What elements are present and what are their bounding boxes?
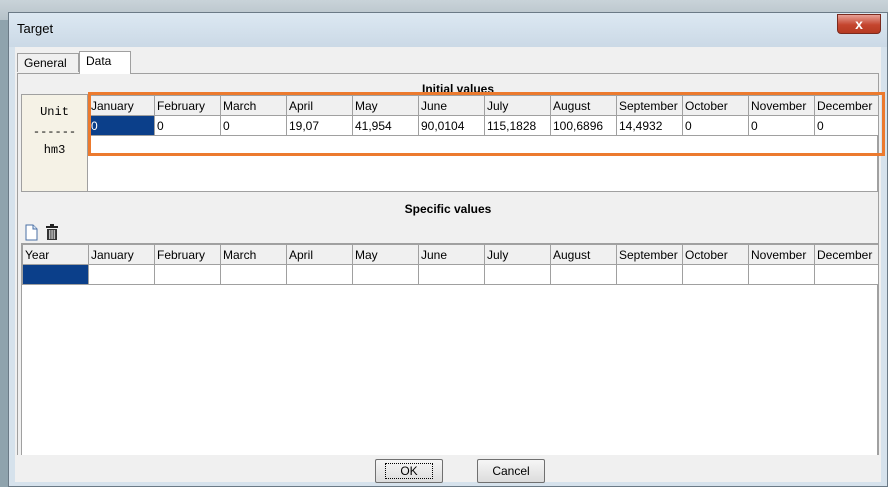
- value-cell[interactable]: 19,07: [286, 115, 353, 136]
- month-header[interactable]: April: [286, 95, 353, 116]
- unit-value: hm3: [43, 143, 66, 157]
- value-cell[interactable]: [748, 264, 815, 285]
- month-header[interactable]: June: [418, 95, 485, 116]
- month-header[interactable]: March: [220, 95, 287, 116]
- value-cell[interactable]: [550, 264, 617, 285]
- value-cell[interactable]: [418, 264, 485, 285]
- value-cell[interactable]: 0: [748, 115, 815, 136]
- data-panel: Initial values Unit ------ hm3 January F…: [17, 73, 879, 478]
- value-cell[interactable]: 0: [88, 115, 155, 136]
- month-header[interactable]: August: [550, 244, 617, 265]
- month-header[interactable]: August: [550, 95, 617, 116]
- month-header[interactable]: September: [616, 244, 683, 265]
- month-header[interactable]: December: [814, 244, 879, 265]
- month-header[interactable]: July: [484, 244, 551, 265]
- month-header[interactable]: October: [682, 95, 749, 116]
- specific-values-title: Specific values: [404, 202, 492, 216]
- initial-values-row: 0 0 0 19,07 41,954 90,0104 115,1828 100,…: [88, 115, 879, 136]
- month-header[interactable]: January: [88, 244, 155, 265]
- month-header[interactable]: June: [418, 244, 485, 265]
- close-button[interactable]: x: [837, 14, 881, 34]
- month-header[interactable]: February: [154, 95, 221, 116]
- cancel-button[interactable]: Cancel: [477, 459, 545, 483]
- month-header[interactable]: October: [682, 244, 749, 265]
- year-header[interactable]: Year: [22, 244, 89, 265]
- ok-button[interactable]: OK: [375, 459, 443, 483]
- value-cell[interactable]: 41,954: [352, 115, 419, 136]
- value-cell[interactable]: [220, 264, 287, 285]
- dialog-body: General Data Initial values Unit ------ …: [15, 47, 881, 483]
- initial-values-table: January February March April May June Ju…: [88, 95, 879, 136]
- value-cell[interactable]: 100,6896: [550, 115, 617, 136]
- year-cell[interactable]: [22, 264, 89, 285]
- new-document-icon: [25, 224, 38, 241]
- unit-panel: Unit ------ hm3: [21, 94, 87, 192]
- month-header[interactable]: January: [88, 95, 155, 116]
- title-bar: Target x: [9, 13, 887, 47]
- initial-header-row: January February March April May June Ju…: [88, 95, 879, 116]
- delete-button[interactable]: [42, 222, 62, 242]
- month-header[interactable]: February: [154, 244, 221, 265]
- value-cell[interactable]: 0: [682, 115, 749, 136]
- specific-values-table: Year January February March April May Ju…: [22, 244, 879, 285]
- value-cell[interactable]: [154, 264, 221, 285]
- month-header[interactable]: April: [286, 244, 353, 265]
- month-header[interactable]: November: [748, 95, 815, 116]
- window-title: Target: [17, 21, 54, 36]
- trash-icon: [46, 224, 58, 240]
- value-cell[interactable]: [616, 264, 683, 285]
- tab-data[interactable]: Data: [79, 51, 131, 74]
- month-header[interactable]: December: [814, 95, 879, 116]
- value-cell[interactable]: 0: [154, 115, 221, 136]
- value-cell[interactable]: [352, 264, 419, 285]
- specific-empty-row: [22, 264, 879, 285]
- value-cell[interactable]: 115,1828: [484, 115, 551, 136]
- value-cell[interactable]: [682, 264, 749, 285]
- button-bar: OK Cancel: [17, 455, 879, 483]
- specific-header-row: Year January February March April May Ju…: [22, 244, 879, 265]
- month-header[interactable]: May: [352, 244, 419, 265]
- value-cell[interactable]: 0: [220, 115, 287, 136]
- tab-general[interactable]: General: [17, 53, 79, 72]
- value-cell[interactable]: 0: [814, 115, 879, 136]
- month-header[interactable]: July: [484, 95, 551, 116]
- value-cell[interactable]: [286, 264, 353, 285]
- value-cell[interactable]: [814, 264, 879, 285]
- value-cell[interactable]: 90,0104: [418, 115, 485, 136]
- month-header[interactable]: March: [220, 244, 287, 265]
- ok-button-label: OK: [385, 463, 433, 479]
- month-header[interactable]: September: [616, 95, 683, 116]
- target-dialog: Target x General Data Initial values Uni…: [8, 12, 888, 487]
- value-cell[interactable]: 14,4932: [616, 115, 683, 136]
- month-header[interactable]: May: [352, 95, 419, 116]
- unit-header: Unit: [40, 105, 69, 119]
- unit-separator: ------: [32, 125, 77, 139]
- value-cell[interactable]: [88, 264, 155, 285]
- value-cell[interactable]: [484, 264, 551, 285]
- month-header[interactable]: November: [748, 244, 815, 265]
- new-button[interactable]: [21, 222, 41, 242]
